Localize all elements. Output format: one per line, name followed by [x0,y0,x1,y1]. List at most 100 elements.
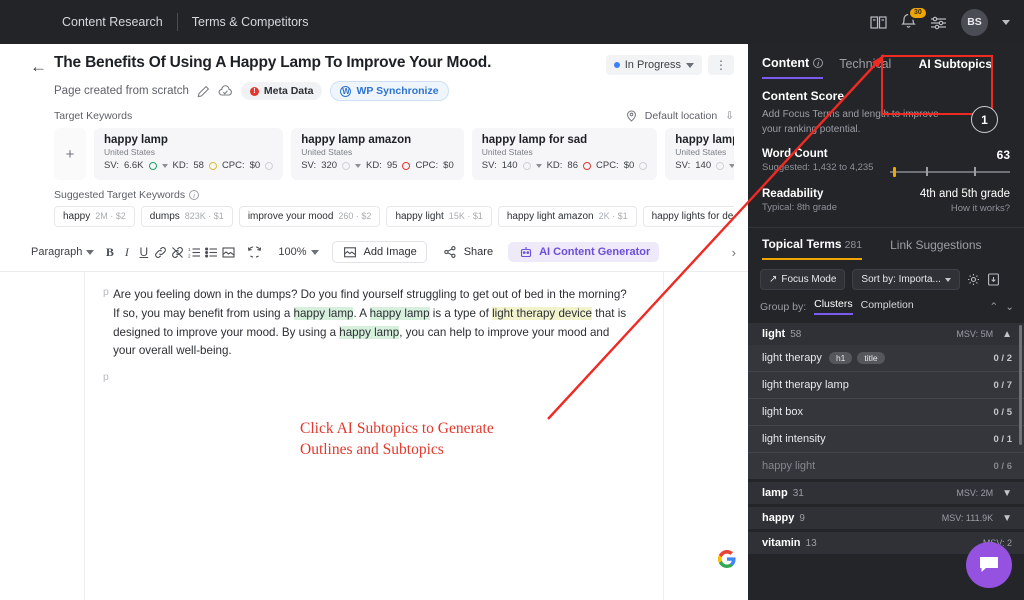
undo-icon[interactable] [237,245,254,259]
suggested-keyword-chip[interactable]: happy light 15K · $1 [386,206,492,227]
ai-content-generator-label: AI Content Generator [539,246,651,258]
slider-knob[interactable] [893,167,896,177]
keyword-card[interactable]: happy lamp United States SV: 6.6K KD: 58… [94,128,284,180]
keyword-card[interactable]: happy lamp v United States SV: 140 K [665,128,734,180]
unlink-icon[interactable] [169,246,186,259]
ai-content-generator-button[interactable]: AI Content Generator [508,242,660,262]
nav-content-research[interactable]: Content Research [48,15,177,29]
share-button[interactable]: Share [432,242,503,262]
chevron-down-icon[interactable] [355,163,362,168]
bold-button[interactable]: B [101,245,118,260]
info-icon[interactable]: i [813,58,824,68]
cloud-check-icon[interactable] [218,84,233,98]
bullet-list-icon[interactable] [203,246,220,259]
chevron-down-icon[interactable]: ▼ [1002,488,1012,499]
how-it-works-link[interactable]: How it works? [920,203,1010,214]
ordered-list-icon[interactable]: 1 2 [186,246,203,259]
toolbar-overflow-chevron-icon[interactable]: › [732,245,736,260]
underline-button[interactable]: U [135,245,152,259]
term-row[interactable]: light therapy lamp 0 / 7 [748,372,1024,399]
more-options-icon[interactable]: ⋮ [708,55,734,75]
editor-toolbar: Paragraph B I U 1 2 100% Add Image Share… [0,233,748,272]
term-row[interactable]: light intensity 0 / 1 [748,426,1024,453]
meta-data-chip[interactable]: ! Meta Data [240,82,323,100]
collapse-all-icon[interactable]: ⌃ [989,301,998,313]
term-label: happy light [762,460,816,472]
library-icon[interactable] [870,15,887,30]
ai-subtopics-button[interactable]: AI Subtopics [919,57,1010,78]
term-tag-title: title [857,352,885,364]
keyword-card[interactable]: happy lamp amazon United States SV: 320 … [291,128,464,180]
meta-data-label: Meta Data [263,85,314,97]
page-header: ← The Benefits Of Using A Happy Lamp To … [0,44,748,227]
export-icon[interactable] [987,273,1000,286]
cluster-terms-light: light therapy h1 title 0 / 2 light thera… [748,345,1024,479]
term-row[interactable]: light therapy h1 title 0 / 2 [748,345,1024,372]
chevron-down-icon[interactable]: ▼ [1002,513,1012,524]
insert-image-icon[interactable] [220,246,237,259]
italic-button[interactable]: I [118,245,135,260]
content-score-section: Content Score Add Focus Terms and length… [748,79,1024,214]
tab-content[interactable]: Content i [762,56,824,79]
suggested-keyword-chip[interactable]: happy 2M · $2 [54,206,135,227]
term-row[interactable]: happy light 0 / 6 [748,453,1024,479]
focus-mode-button[interactable]: ↗ Focus Mode [760,269,846,290]
location-control[interactable]: Default location ⇩ [626,110,734,122]
wp-synchronize-chip[interactable]: W WP Synchronize [330,81,449,101]
google-icon[interactable] [714,546,740,572]
chevron-down-icon[interactable] [729,163,734,168]
term-row[interactable]: light box 0 / 5 [748,399,1024,426]
cluster-header-happy[interactable]: happy 9 MSV: 111.9K ▼ [748,507,1024,529]
chevron-down-icon[interactable] [161,163,168,168]
chevron-down-icon[interactable] [535,163,542,168]
sv-value: 140 [501,160,518,171]
suggested-keyword-chip[interactable]: improve your mood 260 · $2 [238,206,381,227]
notifications[interactable]: 30 [901,5,928,32]
edit-pencil-icon[interactable] [197,85,210,98]
suggested-keyword-chip[interactable]: dumps 823K · $1 [140,206,233,227]
group-by-completion[interactable]: Completion [861,299,914,314]
sv-label: SV: [481,160,497,171]
avatar[interactable]: BS [961,8,988,36]
topical-terms-count: 281 [844,239,863,251]
cluster-header-light[interactable]: light 58 MSV: 5M ▲ [748,323,1024,345]
info-icon[interactable]: i [189,190,200,200]
suggested-term: happy lights for depression [651,211,734,222]
back-arrow-icon[interactable]: ← [30,58,47,75]
word-count-slider[interactable] [890,167,1010,177]
tab-link-suggestions[interactable]: Link Suggestions [890,238,981,259]
paragraph-style-dropdown[interactable]: Paragraph [24,243,101,261]
redo-icon[interactable] [254,245,271,259]
paragraph-text-empty[interactable] [135,371,165,383]
expand-all-icon[interactable]: ⌄ [1005,301,1014,313]
suggested-keyword-chip[interactable]: happy lights for depression 110 [642,206,734,227]
cluster-header-lamp[interactable]: lamp 31 MSV: 2M ▼ [748,482,1024,504]
link-icon[interactable] [152,246,169,259]
nav-terms-competitors[interactable]: Terms & Competitors [178,15,323,29]
cluster-name: lamp [762,487,788,499]
chat-fab[interactable] [966,542,1012,588]
zoom-dropdown[interactable]: 100% [271,243,325,261]
group-by-clusters[interactable]: Clusters [814,298,853,315]
sort-by-dropdown[interactable]: Sort by: Importa... [852,269,960,290]
term-score: 0 / 5 [993,406,1013,418]
sliders-icon[interactable] [930,15,947,30]
gear-icon[interactable] [967,273,980,286]
share-label: Share [463,246,494,258]
account-chevron-down-icon[interactable] [1002,19,1010,25]
chevrons-down-icon[interactable]: ⇩ [725,110,734,122]
chevron-up-icon[interactable]: ▲ [1002,329,1012,340]
term-score: 0 / 2 [993,352,1013,364]
paragraph-text[interactable]: Are you feeling down in the dumps? Do yo… [113,286,663,361]
status-dropdown[interactable]: In Progress [605,55,702,75]
keyword-card[interactable]: happy lamp for sad United States SV: 140… [471,128,658,180]
add-keyword-button[interactable]: + [54,128,86,180]
suggested-keyword-chip[interactable]: happy light amazon 2K · $1 [497,206,637,227]
subtitle-row: Page created from scratch ! Meta Data W … [30,81,734,101]
sv-ring-icon [148,161,157,170]
tab-technical[interactable]: Technical [839,57,891,78]
sv-value: 6.6K [123,160,144,171]
tab-topical-terms[interactable]: Topical Terms 281 [762,237,863,260]
terms-scrollbar[interactable] [1019,325,1022,445]
add-image-button[interactable]: Add Image [331,241,427,263]
